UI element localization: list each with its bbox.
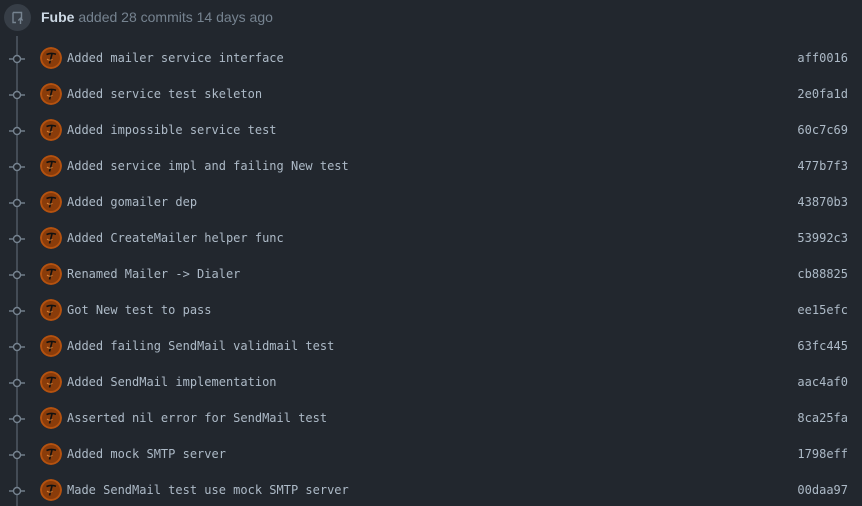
avatar[interactable] (40, 155, 62, 177)
commit-row: Renamed Mailer -> Dialer cb88825 (0, 256, 862, 292)
commit-row: Added mock SMTP server 1798eff (0, 436, 862, 472)
avatar[interactable] (40, 407, 62, 429)
event-description: Fube added 28 commits 14 days ago (41, 9, 273, 26)
avatar[interactable] (40, 119, 62, 141)
commit-sha-link[interactable]: ee15efc (797, 303, 848, 317)
avatar[interactable] (40, 335, 62, 357)
avatar[interactable] (40, 191, 62, 213)
commit-message-link[interactable]: Added impossible service test (67, 123, 277, 137)
commit-list: Added mailer service interface aff0016 A… (0, 40, 862, 506)
avatar[interactable] (40, 371, 62, 393)
commit-message-link[interactable]: Got New test to pass (67, 303, 212, 317)
avatar[interactable] (40, 83, 62, 105)
commit-sha-link[interactable]: 53992c3 (797, 231, 848, 245)
commit-message-link[interactable]: Added SendMail implementation (67, 375, 277, 389)
commit-sha-link[interactable]: 8ca25fa (797, 411, 848, 425)
commit-row: Asserted nil error for SendMail test 8ca… (0, 400, 862, 436)
commit-row: Added failing SendMail validmail test 63… (0, 328, 862, 364)
git-commit-icon (8, 412, 26, 424)
commit-sha-link[interactable]: cb88825 (797, 267, 848, 281)
commit-row: Added service test skeleton 2e0fa1d (0, 76, 862, 112)
commit-row: Added gomailer dep 43870b3 (0, 184, 862, 220)
commit-message-link[interactable]: Added service impl and failing New test (67, 159, 349, 173)
commit-sha-link[interactable]: 63fc445 (797, 339, 848, 353)
commit-message-link[interactable]: Made SendMail test use mock SMTP server (67, 483, 349, 497)
commit-sha-link[interactable]: 60c7c69 (797, 123, 848, 137)
avatar[interactable] (40, 227, 62, 249)
commit-message-link[interactable]: Added gomailer dep (67, 195, 197, 209)
git-commit-icon (8, 196, 26, 208)
commit-sha-link[interactable]: aac4af0 (797, 375, 848, 389)
git-commit-icon (8, 448, 26, 460)
git-commit-icon (8, 268, 26, 280)
commit-row: Made SendMail test use mock SMTP server … (0, 472, 862, 506)
git-commit-icon (8, 340, 26, 352)
commit-sha-link[interactable]: 477b7f3 (797, 159, 848, 173)
git-commit-icon (8, 88, 26, 100)
repo-push-icon (4, 4, 31, 31)
commit-sha-link[interactable]: 00daa97 (797, 483, 848, 497)
commit-sha-link[interactable]: 43870b3 (797, 195, 848, 209)
commit-row: Added service impl and failing New test … (0, 148, 862, 184)
commit-row: Got New test to pass ee15efc (0, 292, 862, 328)
commit-sha-link[interactable]: aff0016 (797, 51, 848, 65)
commit-row: Added CreateMailer helper func 53992c3 (0, 220, 862, 256)
author-link[interactable]: Fube (41, 9, 74, 25)
avatar[interactable] (40, 299, 62, 321)
git-commit-icon (8, 160, 26, 172)
commit-row: Added impossible service test 60c7c69 (0, 112, 862, 148)
commit-message-link[interactable]: Added mock SMTP server (67, 447, 226, 461)
git-commit-icon (8, 304, 26, 316)
commit-sha-link[interactable]: 2e0fa1d (797, 87, 848, 101)
timeline-event-header: Fube added 28 commits 14 days ago (0, 0, 862, 36)
commit-message-link[interactable]: Added failing SendMail validmail test (67, 339, 334, 353)
commit-row: Added mailer service interface aff0016 (0, 40, 862, 76)
commit-row: Added SendMail implementation aac4af0 (0, 364, 862, 400)
git-commit-icon (8, 376, 26, 388)
event-action-text: added 28 commits 14 days ago (74, 9, 273, 25)
avatar[interactable] (40, 47, 62, 69)
commit-sha-link[interactable]: 1798eff (797, 447, 848, 461)
git-commit-icon (8, 484, 26, 496)
git-commit-icon (8, 124, 26, 136)
commit-message-link[interactable]: Added service test skeleton (67, 87, 262, 101)
avatar[interactable] (40, 443, 62, 465)
commit-message-link[interactable]: Added mailer service interface (67, 51, 284, 65)
commit-message-link[interactable]: Asserted nil error for SendMail test (67, 411, 327, 425)
avatar[interactable] (40, 263, 62, 285)
git-commit-icon (8, 52, 26, 64)
avatar[interactable] (40, 479, 62, 501)
commit-message-link[interactable]: Renamed Mailer -> Dialer (67, 267, 240, 281)
commit-message-link[interactable]: Added CreateMailer helper func (67, 231, 284, 245)
git-commit-icon (8, 232, 26, 244)
